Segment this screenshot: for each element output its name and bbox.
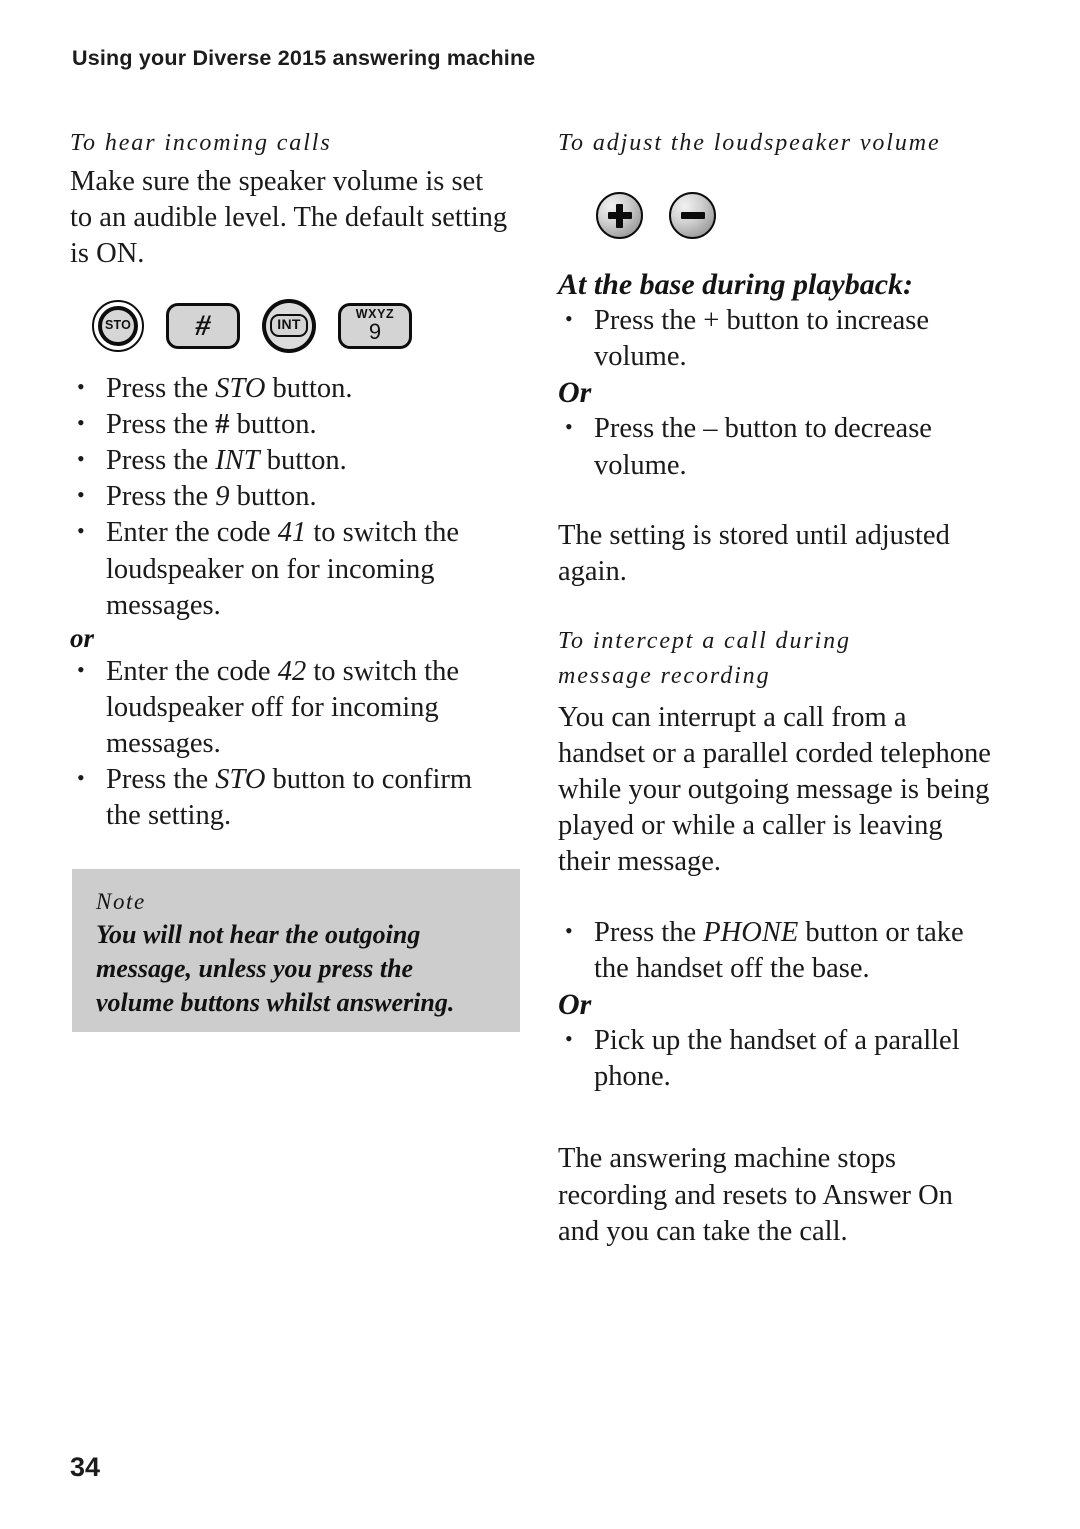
step-emphasis: PHONE — [703, 916, 799, 948]
step-text-pre: Enter the code — [106, 517, 278, 549]
step-text-pre: Press the — [106, 372, 216, 404]
note-callout-box: Note You will not hear the outgoing mess… — [72, 869, 520, 1032]
list-item: Press the # button. — [70, 406, 510, 443]
list-item: Enter the code 41 to switch the loudspea… — [70, 514, 510, 624]
list-item: Press the 9 button. — [70, 478, 510, 515]
intercept-body-paragraph: You can interrupt a call from a handset … — [558, 701, 991, 878]
left-steps-list: Press the STO button. Press the # button… — [70, 370, 510, 624]
step-text-pre: Press the — [106, 408, 216, 440]
intercept-phone-list: Press the PHONE button or take the hands… — [558, 914, 998, 987]
manual-page: Using your Diverse 2015 answering machin… — [0, 0, 1080, 1529]
hash-key-icon: # — [166, 302, 240, 349]
step-emphasis: INT — [215, 444, 260, 476]
plus-icon-vertical-bar — [616, 203, 623, 228]
intercept-heading-line-2: message recording — [558, 662, 771, 689]
step-emphasis: 41 — [277, 517, 307, 549]
step-emphasis: 42 — [277, 655, 307, 687]
step-text-post: button. — [229, 481, 317, 513]
playback-heading: At the base during playback: — [558, 268, 914, 301]
step-emphasis: STO — [215, 764, 266, 796]
list-item: Press the STO button to confirm the sett… — [70, 761, 510, 834]
running-header: Using your Diverse 2015 answering machin… — [72, 46, 536, 70]
step-text-pre: Enter the code — [106, 655, 278, 687]
intercept-section-heading: To intercept a call during message recor… — [558, 624, 998, 694]
right-column: To adjust the loudspeaker volume At the … — [558, 128, 998, 1250]
list-item: Press the INT button. — [70, 442, 510, 479]
nine-key-digit: 9 — [368, 318, 382, 344]
volume-button-illustration-row — [596, 192, 998, 239]
sto-key-label: STO — [104, 318, 132, 333]
closing-paragraph: The answering machine stops recording an… — [558, 1143, 953, 1247]
left-intro-paragraph: Make sure the speaker volume is set to a… — [70, 166, 508, 270]
step-emphasis: 9 — [215, 481, 230, 513]
page-number: 34 — [70, 1452, 101, 1482]
step-text-pre: Press the — [106, 764, 216, 796]
minus-icon-bar — [680, 212, 705, 219]
int-key-plate: INT — [270, 314, 308, 338]
step-text-post: button. — [259, 444, 347, 476]
step-emphasis: # — [215, 408, 230, 440]
left-column: To hear incoming calls Make sure the spe… — [70, 128, 510, 835]
playback-decrease-list: Press the – button to decrease volume. — [558, 410, 998, 483]
int-key-label: INT — [277, 316, 301, 333]
int-key-disc: INT — [266, 302, 312, 349]
step-text-post: button. — [265, 372, 353, 404]
list-item: Enter the code 42 to switch the loudspea… — [70, 653, 510, 763]
right-section-heading: To adjust the loudspeaker volume — [558, 130, 941, 156]
list-item: Press the + button to increase volume. — [558, 302, 998, 375]
step-text-pre: Press the — [106, 481, 216, 513]
key-illustration-row: STO # INT WXYZ 9 — [92, 298, 510, 353]
sto-key-ring: STO — [98, 305, 138, 346]
left-section-heading: To hear incoming calls — [70, 130, 332, 156]
int-key-icon: INT — [262, 298, 316, 353]
step-text-post: button. — [229, 408, 317, 440]
step-text-pre: Press the — [106, 444, 216, 476]
step-emphasis: STO — [215, 372, 266, 404]
intercept-pickup-list: Pick up the handset of a parallel phone. — [558, 1022, 998, 1095]
left-steps-list-after-or: Enter the code 42 to switch the loudspea… — [70, 653, 510, 835]
right-or-label-2: Or — [558, 988, 592, 1022]
nine-key-icon: WXYZ 9 — [338, 302, 412, 349]
playback-increase-list: Press the + button to increase volume. — [558, 302, 998, 375]
left-or-label: or — [70, 622, 95, 653]
step-text-pre: Press the — [594, 916, 704, 948]
note-text: You will not hear the outgoing message, … — [96, 920, 455, 1017]
note-label: Note — [96, 889, 146, 914]
list-item: Press the – button to decrease volume. — [558, 410, 998, 483]
sto-key-icon: STO — [92, 299, 144, 352]
list-item: Press the STO button. — [70, 370, 510, 407]
list-item: Pick up the handset of a parallel phone. — [558, 1022, 998, 1095]
list-item: Press the PHONE button or take the hands… — [558, 914, 998, 987]
hash-key-label: # — [195, 308, 211, 342]
setting-stored-paragraph: The setting is stored until adjusted aga… — [558, 519, 950, 587]
intercept-heading-line-1: To intercept a call during — [558, 628, 851, 655]
right-or-label: Or — [558, 376, 592, 410]
volume-up-icon — [596, 192, 643, 239]
volume-down-icon — [669, 192, 716, 239]
